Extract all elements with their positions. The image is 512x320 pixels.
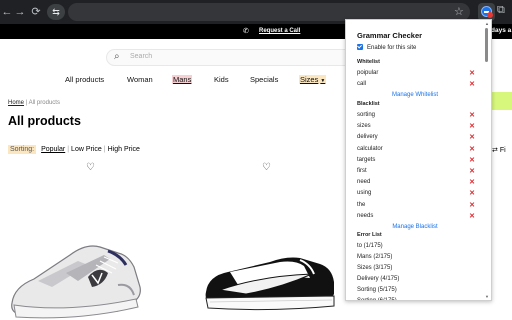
blacklist-word: sorting: [357, 112, 376, 118]
blacklist-item: calculator ✕: [357, 145, 475, 154]
product-image-sneaker-white-grey[interactable]: [8, 225, 148, 320]
sort-high-price[interactable]: High Price: [108, 146, 140, 153]
blacklist-item: sorting ✕: [357, 111, 475, 120]
remove-icon[interactable]: ✕: [469, 145, 475, 154]
breadcrumb-separator: |: [25, 100, 28, 106]
blacklist-item: using ✕: [357, 189, 475, 198]
wishlist-heart-icon[interactable]: ♡: [262, 162, 271, 173]
filter-button[interactable]: ⇄ Fi: [492, 146, 506, 154]
forward-icon[interactable]: →: [13, 4, 27, 20]
remove-icon[interactable]: ✕: [469, 167, 475, 176]
error-list-heading: Error List: [357, 232, 382, 238]
scroll-down-arrow-icon[interactable]: ▼: [485, 294, 489, 299]
blacklist-word: need: [357, 179, 371, 186]
extensions-puzzle-icon[interactable]: ⧉: [497, 4, 505, 17]
error-list-item[interactable]: Mans (2/175): [357, 253, 392, 262]
sorting-bar: Sorting: Popular | Low Price | High Price: [8, 145, 140, 154]
remove-icon[interactable]: ✕: [469, 133, 475, 142]
menu-item-sizes[interactable]: Sizes ▼: [299, 75, 327, 84]
reload-icon[interactable]: ⟳: [29, 4, 43, 20]
menu-item-sizes-label: Sizes: [300, 75, 319, 84]
menu-item-mans[interactable]: Mans: [172, 75, 193, 84]
phone-icon: ✆: [243, 28, 249, 35]
blacklist-word: needs: [357, 212, 374, 219]
blacklist-item: sizes ✕: [357, 122, 475, 131]
request-call-link[interactable]: Request a Call: [259, 28, 300, 34]
breadcrumb-current: All products: [28, 100, 60, 106]
whitelist-word: call: [357, 81, 367, 87]
blacklist-item: need ✕: [357, 178, 475, 187]
filter-label: Fi: [499, 147, 506, 154]
manage-whitelist-link[interactable]: Manage Whitelist: [346, 92, 484, 98]
error-list-item[interactable]: Sorting (6/175): [357, 297, 397, 301]
remove-icon[interactable]: ✕: [469, 201, 475, 210]
remove-icon[interactable]: ✕: [469, 178, 475, 187]
whitelist-item: poipular ✕: [357, 69, 475, 78]
wishlist-heart-icon[interactable]: ♡: [86, 162, 95, 173]
blacklist-word: targets: [357, 156, 376, 163]
enable-label: Enable for this site: [367, 45, 417, 51]
blacklist-word: delivery: [357, 134, 378, 141]
blacklist-item: first ✕: [357, 167, 475, 176]
whitelist-heading: Whitelist: [357, 59, 380, 65]
search-placeholder: Search: [130, 53, 153, 60]
blacklist-heading: Blacklist: [357, 101, 380, 107]
blacklist-word: first: [357, 168, 367, 174]
blacklist-item: targets ✕: [357, 156, 475, 165]
filter-icon: ⇄: [492, 147, 498, 154]
chevron-down-icon: ▼: [320, 78, 326, 84]
remove-icon[interactable]: ✕: [469, 156, 475, 165]
remove-icon[interactable]: ✕: [469, 80, 475, 89]
enable-checkbox[interactable]: [357, 44, 363, 50]
menu-item-all-products[interactable]: All products: [65, 75, 104, 84]
search-input[interactable]: ⌕ Search: [106, 49, 366, 66]
blacklist-item: delivery ✕: [357, 133, 475, 142]
sort-low-price[interactable]: Low Price: [71, 146, 102, 153]
popup-scrollbar-thumb[interactable]: [485, 28, 488, 62]
error-list-item[interactable]: Sizes (3/175): [357, 264, 392, 273]
blacklist-word: the: [357, 201, 366, 208]
remove-icon[interactable]: ✕: [469, 111, 475, 120]
whitelist-word: poipular: [357, 70, 379, 76]
sorting-label: Sorting:: [8, 145, 37, 154]
promo-days-text: days a: [491, 27, 512, 34]
scroll-up-arrow-icon[interactable]: ▲: [485, 21, 489, 26]
error-badge: [487, 12, 493, 18]
error-list-item[interactable]: to (1/175): [357, 242, 383, 251]
menu-item-woman[interactable]: Woman: [127, 75, 153, 84]
bookmark-star-icon[interactable]: ☆: [454, 4, 464, 20]
blacklist-item: needs ✕: [357, 212, 475, 221]
sort-popular[interactable]: Popular: [41, 146, 65, 153]
popup-title: Grammar Checker: [357, 31, 423, 40]
breadcrumb-home[interactable]: Home: [8, 100, 24, 106]
remove-icon[interactable]: ✕: [469, 122, 475, 131]
product-image-sneaker-black-white[interactable]: [200, 232, 340, 317]
error-list-item[interactable]: Sorting (5/175): [357, 286, 397, 295]
blacklist-word: calculator: [357, 145, 383, 152]
page-title: All products: [8, 114, 81, 128]
remove-icon[interactable]: ✕: [469, 212, 475, 221]
remove-icon[interactable]: ✕: [469, 69, 475, 78]
whitelist-item: call ✕: [357, 80, 475, 89]
back-icon[interactable]: ←: [0, 4, 14, 20]
error-list-item[interactable]: Delivery (4/175): [357, 275, 399, 284]
grammar-checker-popup: Grammar Checker Enable for this site Whi…: [345, 19, 492, 301]
blacklist-word: sizes: [357, 123, 371, 130]
breadcrumb: Home | All products: [8, 100, 60, 106]
menu-item-kids[interactable]: Kids: [214, 75, 229, 84]
blacklist-word: using: [357, 190, 372, 197]
menu-item-specials[interactable]: Specials: [250, 75, 278, 84]
manage-blacklist-link[interactable]: Manage Blacklist: [346, 224, 484, 230]
enable-site-toggle[interactable]: Enable for this site: [357, 44, 416, 51]
site-settings-icon[interactable]: ⇆: [47, 4, 65, 20]
search-icon: ⌕: [114, 51, 120, 62]
remove-icon[interactable]: ✕: [469, 189, 475, 198]
blacklist-item: the ✕: [357, 201, 475, 210]
